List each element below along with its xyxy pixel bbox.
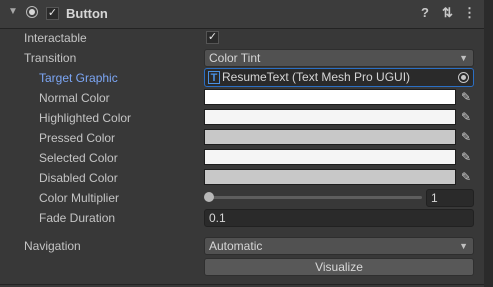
- disabled-color-swatch[interactable]: [204, 169, 456, 185]
- eyedropper-icon[interactable]: ✎: [458, 129, 474, 145]
- transition-dropdown[interactable]: Color Tint ▼: [204, 49, 474, 67]
- scrollbar[interactable]: [484, 0, 493, 287]
- help-icon[interactable]: ?: [421, 5, 429, 20]
- transition-value: Color Tint: [209, 51, 261, 65]
- visualize-button[interactable]: Visualize: [204, 258, 474, 276]
- navigation-dropdown[interactable]: Automatic ▼: [204, 237, 474, 255]
- chevron-down-icon: ▼: [459, 53, 468, 63]
- object-picker-icon[interactable]: [458, 72, 469, 83]
- text-mesh-pro-icon: T: [208, 71, 220, 84]
- fade-duration-input[interactable]: 0.1: [204, 209, 474, 227]
- color-multiplier-slider-track[interactable]: [210, 196, 422, 199]
- interactable-checkbox[interactable]: ✓: [206, 31, 219, 44]
- color-multiplier-input[interactable]: 1: [426, 189, 474, 207]
- fade-duration-label: Fade Duration: [39, 211, 116, 225]
- target-graphic-value: ResumeText (Text Mesh Pro UGUI): [222, 70, 411, 84]
- highlighted-color-swatch[interactable]: [204, 109, 456, 125]
- divider: [0, 284, 484, 285]
- enabled-checkbox[interactable]: ✓: [46, 7, 59, 20]
- component-header: ▼ ✓ Button ? ⇅ ⋮: [0, 0, 484, 29]
- target-graphic-field[interactable]: T ResumeText (Text Mesh Pro UGUI): [204, 68, 474, 87]
- target-graphic-label: Target Graphic: [39, 71, 118, 85]
- normal-color-label: Normal Color: [39, 91, 110, 105]
- eyedropper-icon[interactable]: ✎: [458, 89, 474, 105]
- presets-icon[interactable]: ⇅: [442, 5, 453, 21]
- eyedropper-icon[interactable]: ✎: [458, 169, 474, 185]
- normal-color-swatch[interactable]: [204, 89, 456, 105]
- component-icon: [26, 6, 38, 18]
- selected-color-swatch[interactable]: [204, 149, 456, 165]
- collapse-arrow-icon[interactable]: ▼: [8, 6, 18, 17]
- selected-color-label: Selected Color: [39, 151, 118, 165]
- transition-label: Transition: [24, 51, 77, 65]
- navigation-label: Navigation: [24, 239, 81, 253]
- disabled-color-label: Disabled Color: [39, 171, 118, 185]
- pressed-color-label: Pressed Color: [39, 131, 116, 145]
- color-multiplier-label: Color Multiplier: [39, 191, 120, 205]
- eyedropper-icon[interactable]: ✎: [458, 109, 474, 125]
- chevron-down-icon: ▼: [459, 241, 468, 251]
- eyedropper-icon[interactable]: ✎: [458, 149, 474, 165]
- color-multiplier-slider-handle[interactable]: [204, 192, 214, 202]
- pressed-color-swatch[interactable]: [204, 129, 456, 145]
- navigation-value: Automatic: [209, 239, 263, 253]
- component-title: Button: [66, 6, 108, 21]
- context-menu-icon[interactable]: ⋮: [463, 5, 476, 21]
- interactable-label: Interactable: [24, 31, 87, 45]
- highlighted-color-label: Highlighted Color: [39, 111, 132, 125]
